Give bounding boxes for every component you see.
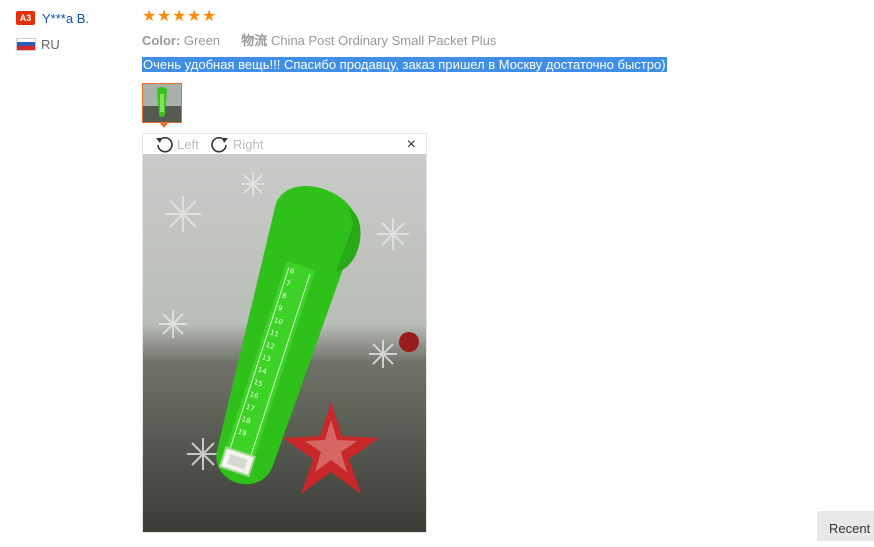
rotate-left-label: Left — [177, 136, 199, 152]
reviewer-row: A3 Y***a B. — [16, 9, 136, 27]
photo-viewer: Left Right × 6 7 8 9 10 11 12 13 14 15 1… — [142, 133, 427, 533]
rotate-right-label: Right — [233, 136, 264, 152]
order-info: Color: Green 物流 China Post Ordinary Smal… — [142, 32, 782, 50]
reviewer-country: RU — [16, 36, 136, 52]
star-icon: ★ — [202, 8, 217, 25]
russia-flag-icon — [16, 37, 36, 51]
review-photo-thumbnail[interactable] — [142, 83, 182, 123]
reviewer-name[interactable]: Y***a B. — [42, 11, 89, 26]
color-label: Color: — [142, 33, 181, 48]
selected-review-text: Очень удобная вещь!!! Спасибо продавцу, … — [142, 57, 667, 72]
star-icon: ★ — [142, 8, 157, 25]
shipping-value: China Post Ordinary Small Packet Plus — [270, 33, 497, 48]
country-code: RU — [41, 36, 60, 52]
close-viewer-button[interactable]: × — [407, 136, 416, 154]
reviewer-info: A3 Y***a B. RU — [16, 9, 136, 52]
star-rating: ★ ★ ★ ★ ★ — [142, 8, 782, 26]
rotate-right-icon — [211, 136, 228, 153]
viewer-toolbar: Left Right × — [143, 134, 426, 154]
rotate-left-button[interactable]: Left — [153, 135, 199, 153]
recent-button[interactable]: Recent — [817, 511, 874, 541]
review-photo: 6 7 8 9 10 11 12 13 14 15 16 17 18 19 — [143, 154, 426, 532]
star-icon: ★ — [172, 8, 187, 25]
rotate-right-button[interactable]: Right — [209, 135, 263, 153]
rotate-left-icon — [156, 136, 173, 153]
review-text: Очень удобная вещь!!! Спасибо продавцу, … — [142, 56, 782, 74]
review-body: ★ ★ ★ ★ ★ Color: Green 物流 China Post Ord… — [142, 8, 782, 74]
star-icon: ★ — [187, 8, 202, 25]
thumbnail-pointer — [159, 122, 169, 128]
star-icon: ★ — [157, 8, 172, 25]
buyer-level-badge: A3 — [16, 11, 35, 25]
shipping-label: 物流 — [241, 33, 268, 48]
color-value: Green — [183, 33, 221, 48]
